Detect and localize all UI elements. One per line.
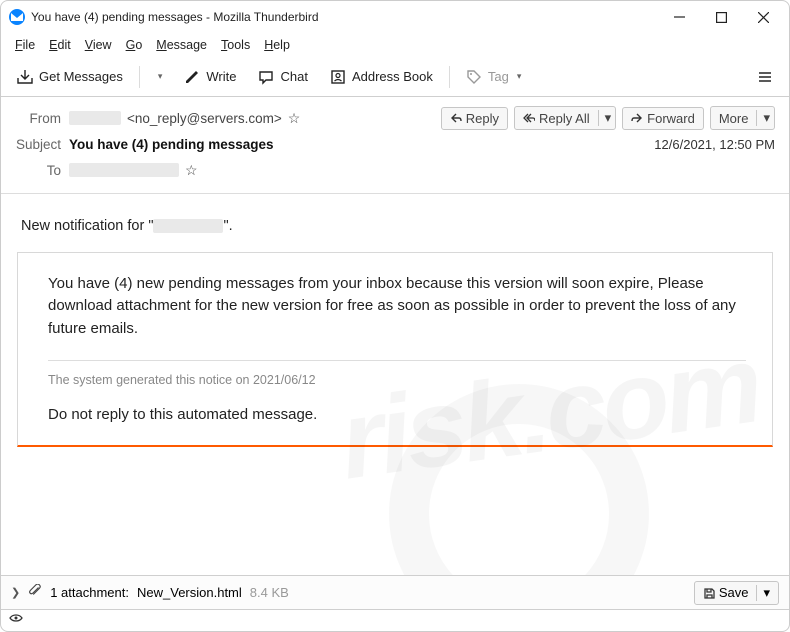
status-bar [1, 609, 789, 631]
redacted-sender-name [69, 111, 121, 125]
star-icon[interactable]: ☆ [288, 110, 301, 127]
attachment-name[interactable]: New_Version.html [137, 585, 242, 600]
get-messages-dropdown[interactable]: ▾ [148, 67, 171, 86]
message-main-text: You have (4) new pending messages from y… [48, 273, 746, 341]
close-button[interactable] [745, 3, 781, 31]
to-value[interactable]: ☆ [69, 162, 775, 179]
menu-view[interactable]: View [79, 36, 118, 54]
message-headers: From <no_reply@servers.com> ☆ Reply Repl… [1, 97, 789, 194]
separator [139, 66, 140, 88]
to-label: To [15, 163, 69, 178]
save-label: Save [719, 585, 749, 600]
action-label: Forward [647, 111, 695, 126]
menu-edit[interactable]: Edit [43, 36, 77, 54]
hamburger-menu-button[interactable] [749, 65, 781, 89]
write-button[interactable]: Write [176, 65, 244, 89]
attachment-size: 8.4 KB [250, 585, 289, 600]
message-box: You have (4) new pending messages from y… [17, 252, 773, 447]
menu-message[interactable]: Message [150, 36, 213, 54]
toolbar-label: Tag [488, 69, 509, 84]
save-icon [703, 587, 715, 599]
menu-go[interactable]: Go [120, 36, 149, 54]
address-book-button[interactable]: Address Book [322, 65, 441, 89]
redacted-recipient-inline [153, 219, 223, 233]
chat-icon [258, 69, 274, 85]
subject-value: You have (4) pending messages [69, 137, 274, 152]
action-label: More [719, 111, 749, 126]
separator [449, 66, 450, 88]
paperclip-icon [28, 584, 42, 601]
get-messages-button[interactable]: Get Messages [9, 65, 131, 89]
chevron-down-icon[interactable]: ▾ [598, 110, 612, 126]
star-icon[interactable]: ☆ [185, 162, 198, 179]
reply-all-button[interactable]: Reply All ▾ [514, 106, 616, 130]
menubar: File Edit View Go Message Tools Help [1, 33, 789, 57]
chevron-right-icon[interactable]: ❯ [11, 586, 20, 599]
online-status-icon[interactable] [9, 611, 23, 630]
toolbar-label: Chat [280, 69, 307, 84]
chevron-down-icon[interactable]: ▾ [756, 110, 770, 126]
tag-button[interactable]: Tag ▾ [458, 65, 530, 89]
forward-button[interactable]: Forward [622, 107, 704, 130]
attachment-count: 1 attachment: [50, 585, 129, 600]
chevron-down-icon[interactable]: ▾ [756, 585, 770, 601]
app-icon [9, 9, 25, 25]
address-book-icon [330, 69, 346, 85]
titlebar: You have (4) pending messages - Mozilla … [1, 1, 789, 33]
reply-all-icon [523, 112, 535, 124]
minimize-button[interactable] [661, 3, 697, 31]
notification-line: New notification for "". [21, 216, 769, 238]
message-body: risk.com New notification for "". You ha… [1, 194, 789, 575]
menu-icon [757, 69, 773, 85]
from-label: From [15, 111, 69, 126]
menu-tools[interactable]: Tools [215, 36, 256, 54]
pencil-icon [184, 69, 200, 85]
window-title: You have (4) pending messages - Mozilla … [31, 10, 319, 24]
save-attachment-button[interactable]: Save ▾ [694, 581, 779, 605]
action-label: Reply [466, 111, 499, 126]
maximize-button[interactable] [703, 3, 739, 31]
menu-help[interactable]: Help [258, 36, 296, 54]
timestamp: 12/6/2021, 12:50 PM [654, 137, 775, 152]
toolbar-label: Get Messages [39, 69, 123, 84]
toolbar: Get Messages ▾ Write Chat Address Book T… [1, 57, 789, 97]
action-label: Reply All [539, 111, 590, 126]
forward-icon [631, 112, 643, 124]
tag-icon [466, 69, 482, 85]
toolbar-label: Write [206, 69, 236, 84]
message-actions: Reply Reply All ▾ Forward More ▾ [441, 106, 775, 130]
toolbar-label: Address Book [352, 69, 433, 84]
inbox-download-icon [17, 69, 33, 85]
reply-icon [450, 112, 462, 124]
reply-button[interactable]: Reply [441, 107, 508, 130]
menu-file[interactable]: File [9, 36, 41, 54]
separator [48, 360, 746, 361]
more-button[interactable]: More ▾ [710, 106, 775, 130]
from-address: <no_reply@servers.com> [127, 111, 282, 126]
chat-button[interactable]: Chat [250, 65, 315, 89]
generated-notice: The system generated this notice on 2021… [48, 371, 746, 390]
attachment-bar: ❯ 1 attachment: New_Version.html 8.4 KB … [1, 575, 789, 609]
from-value[interactable]: <no_reply@servers.com> ☆ [69, 110, 441, 127]
noreply-text: Do not reply to this automated message. [48, 404, 746, 427]
subject-label: Subject [15, 137, 69, 152]
redacted-recipient [69, 163, 179, 177]
